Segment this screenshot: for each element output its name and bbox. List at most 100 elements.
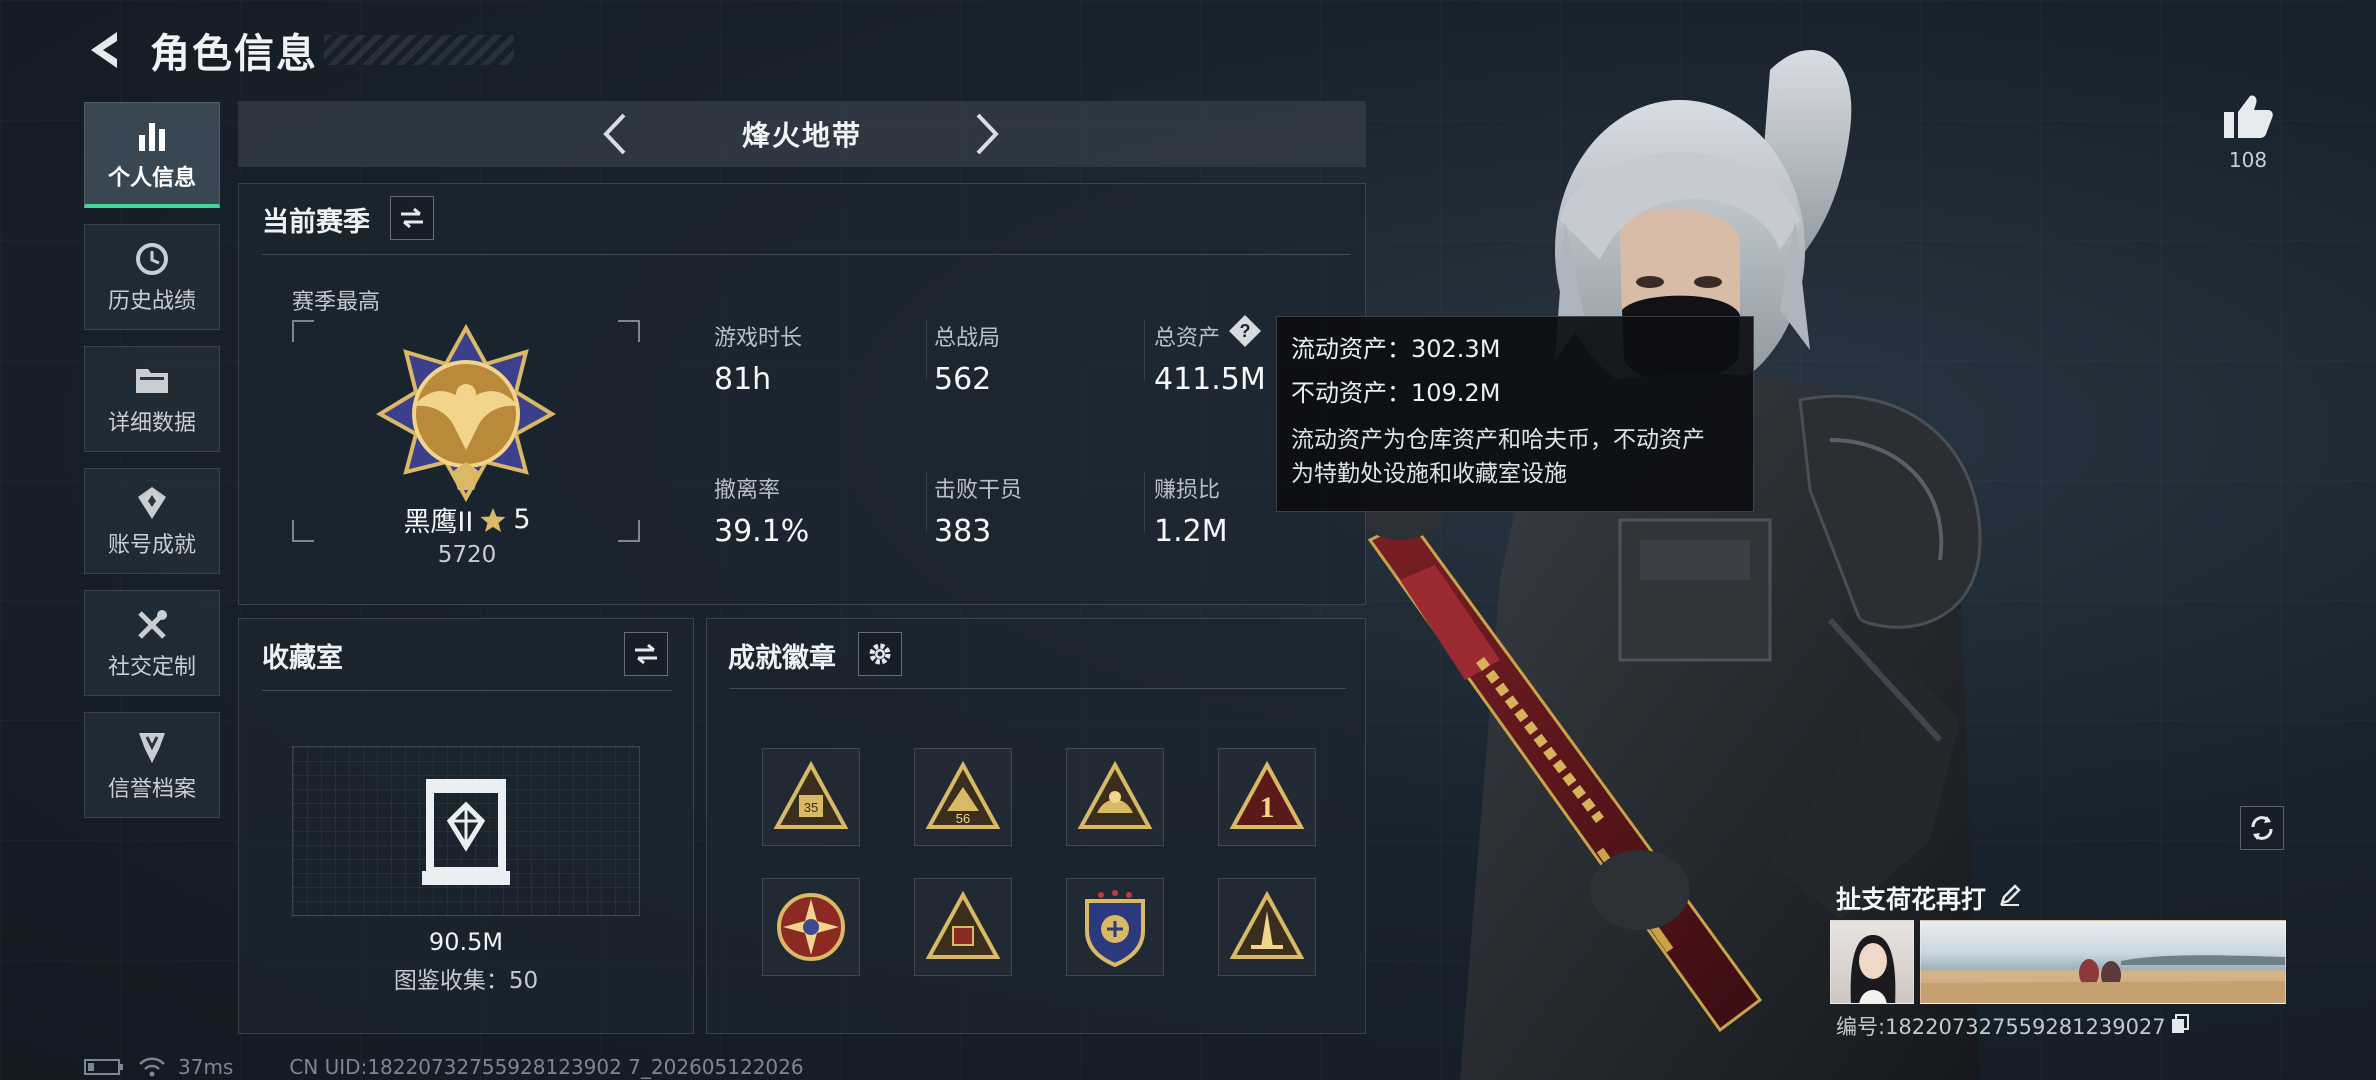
player-name: 扯支荷花再打: [1836, 885, 1987, 914]
mode-prev-button[interactable]: [590, 109, 640, 159]
sidebar-item-achievements[interactable]: 账号成就: [84, 468, 220, 574]
copy-id-button[interactable]: [2170, 1013, 2190, 1040]
badge-icon-1: 35: [773, 761, 849, 829]
rank-line: 黑鹰II 5: [392, 500, 542, 539]
stat-value: 81h: [714, 362, 772, 397]
sidebar-item-label: 信誉档案: [107, 777, 196, 802]
refresh-character-button[interactable]: [2240, 806, 2284, 850]
copy-icon: [2171, 1013, 2189, 1033]
title-decoration: [324, 35, 514, 65]
badge-icon-6: [925, 891, 1001, 959]
sidebar-item-credibility[interactable]: 信誉档案: [84, 712, 220, 818]
divider: [926, 472, 927, 532]
star-icon: [480, 507, 506, 532]
badge-item[interactable]: 56: [914, 748, 1012, 846]
sidebar-item-history[interactable]: 历史战绩: [84, 224, 220, 330]
chevron-left-icon: [603, 113, 626, 155]
tooltip-liquid-assets: 流动资产：302.3M: [1291, 335, 1501, 363]
uid-text: CN UID:18220732755928123902 7_2026051220…: [289, 1055, 804, 1079]
badge-icon-7: [1085, 890, 1145, 967]
rank-score: 5720: [437, 542, 497, 568]
sidebar-item-label: 个人信息: [107, 165, 196, 191]
sidebar-item-label: 账号成就: [107, 533, 196, 558]
medal-icon: [132, 483, 172, 523]
season-switch-button[interactable]: [390, 196, 434, 240]
rank-emblem-icon: [376, 323, 556, 502]
badge-icon-3: [1077, 761, 1153, 829]
stat-value: 411.5M: [1154, 362, 1266, 397]
stat-value: 383: [934, 514, 992, 549]
assets-help-button[interactable]: ?: [1228, 314, 1262, 348]
collection-value: 90.5M: [428, 928, 504, 956]
refresh-icon: [2251, 816, 2273, 840]
badge-icon-4: 1: [1229, 761, 1305, 829]
gear-icon: [869, 643, 891, 665]
divider: [1144, 320, 1145, 380]
svg-text:56: 56: [956, 811, 970, 826]
badge-item[interactable]: 1: [1218, 748, 1316, 846]
divider: [926, 320, 927, 380]
page-title: 角色信息: [150, 31, 318, 77]
tooltip-fixed-assets: 不动资产：109.2M: [1291, 379, 1501, 407]
stat-total-matches: 总战局 562: [934, 320, 1000, 397]
divider: [262, 690, 672, 691]
back-button[interactable]: [80, 25, 130, 75]
header: 角色信息: [80, 20, 514, 80]
help-icon: ?: [1229, 315, 1261, 347]
season-best-label: 赛季最高: [292, 290, 381, 315]
tooltip-description-line2: 为特勤处设施和收藏室设施: [1291, 461, 1567, 487]
ping-value: 37ms: [178, 1055, 234, 1079]
avatar-portrait: [1850, 935, 1896, 1003]
stat-value: 1.2M: [1154, 514, 1228, 549]
divider: [730, 688, 1346, 689]
badge-item[interactable]: [1066, 878, 1164, 976]
badge-item[interactable]: [762, 878, 860, 976]
stat-label: 击败干员: [934, 478, 1023, 503]
credibility-icon: [132, 727, 172, 767]
badge-icon-5: [777, 893, 845, 961]
badge-item[interactable]: [914, 878, 1012, 976]
sidebar-item-detailed-data[interactable]: 详细数据: [84, 346, 220, 452]
sidebar-item-personal-info[interactable]: 个人信息: [84, 102, 220, 208]
like-button[interactable]: 108: [2212, 92, 2284, 172]
assets-tooltip: 流动资产：302.3M 不动资产：109.2M 流动资产为仓库资产和哈夫币，不动…: [1276, 316, 1754, 512]
edit-name-button[interactable]: [1998, 883, 2022, 913]
display-case-icon: [422, 779, 510, 885]
badge-item[interactable]: [1218, 878, 1316, 976]
svg-text:?: ?: [1240, 321, 1251, 341]
badge-icon-8: [1229, 891, 1305, 959]
svg-text:35: 35: [804, 800, 818, 815]
back-arrow-icon: [91, 32, 117, 68]
stat-label: 撤离率: [714, 478, 781, 503]
stat-kills: 击败干员 383: [934, 472, 1022, 549]
player-id-row: 编号:182207327559281239027: [1836, 1011, 2190, 1041]
avatar[interactable]: [1830, 920, 1914, 1004]
collection-switch-button[interactable]: [624, 632, 668, 676]
stat-extract-rate: 撤离率 39.1%: [714, 472, 809, 549]
badge-item[interactable]: 35: [762, 748, 860, 846]
collection-catalog: 图鉴收集：50: [393, 968, 539, 994]
sidebar-item-social[interactable]: 社交定制: [84, 590, 220, 696]
sidebar-item-label: 社交定制: [107, 655, 196, 680]
profile-banner[interactable]: [1920, 920, 2286, 1004]
sidebar-item-label: 详细数据: [107, 411, 196, 436]
badge-item[interactable]: [1066, 748, 1164, 846]
stat-value: 562: [934, 362, 992, 397]
stat-play-time: 游戏时长 81h: [714, 320, 802, 397]
mode-next-button[interactable]: [962, 109, 1012, 159]
collection-room-preview[interactable]: [292, 746, 640, 916]
status-bar: 37ms CN UID:18220732755928123902 7_20260…: [84, 1054, 804, 1080]
sidebar: 个人信息 历史战绩 详细数据 账号成就 社交定制 信誉档案: [84, 102, 220, 834]
badges-settings-button[interactable]: [858, 632, 902, 676]
divider: [262, 254, 1350, 255]
rank-name: 黑鹰II: [403, 507, 474, 538]
sidebar-item-label: 历史战绩: [107, 289, 196, 314]
mode-switcher: 烽火地带: [238, 101, 1366, 167]
stat-value: 39.1%: [714, 514, 810, 549]
svg-text:1: 1: [1260, 791, 1275, 824]
mode-title: 烽火地带: [741, 119, 862, 152]
chevron-right-icon: [976, 113, 999, 155]
badges-panel-title: 成就徽章: [728, 643, 836, 674]
stat-label: 总战局: [934, 326, 1001, 351]
history-clock-icon: [132, 239, 172, 279]
